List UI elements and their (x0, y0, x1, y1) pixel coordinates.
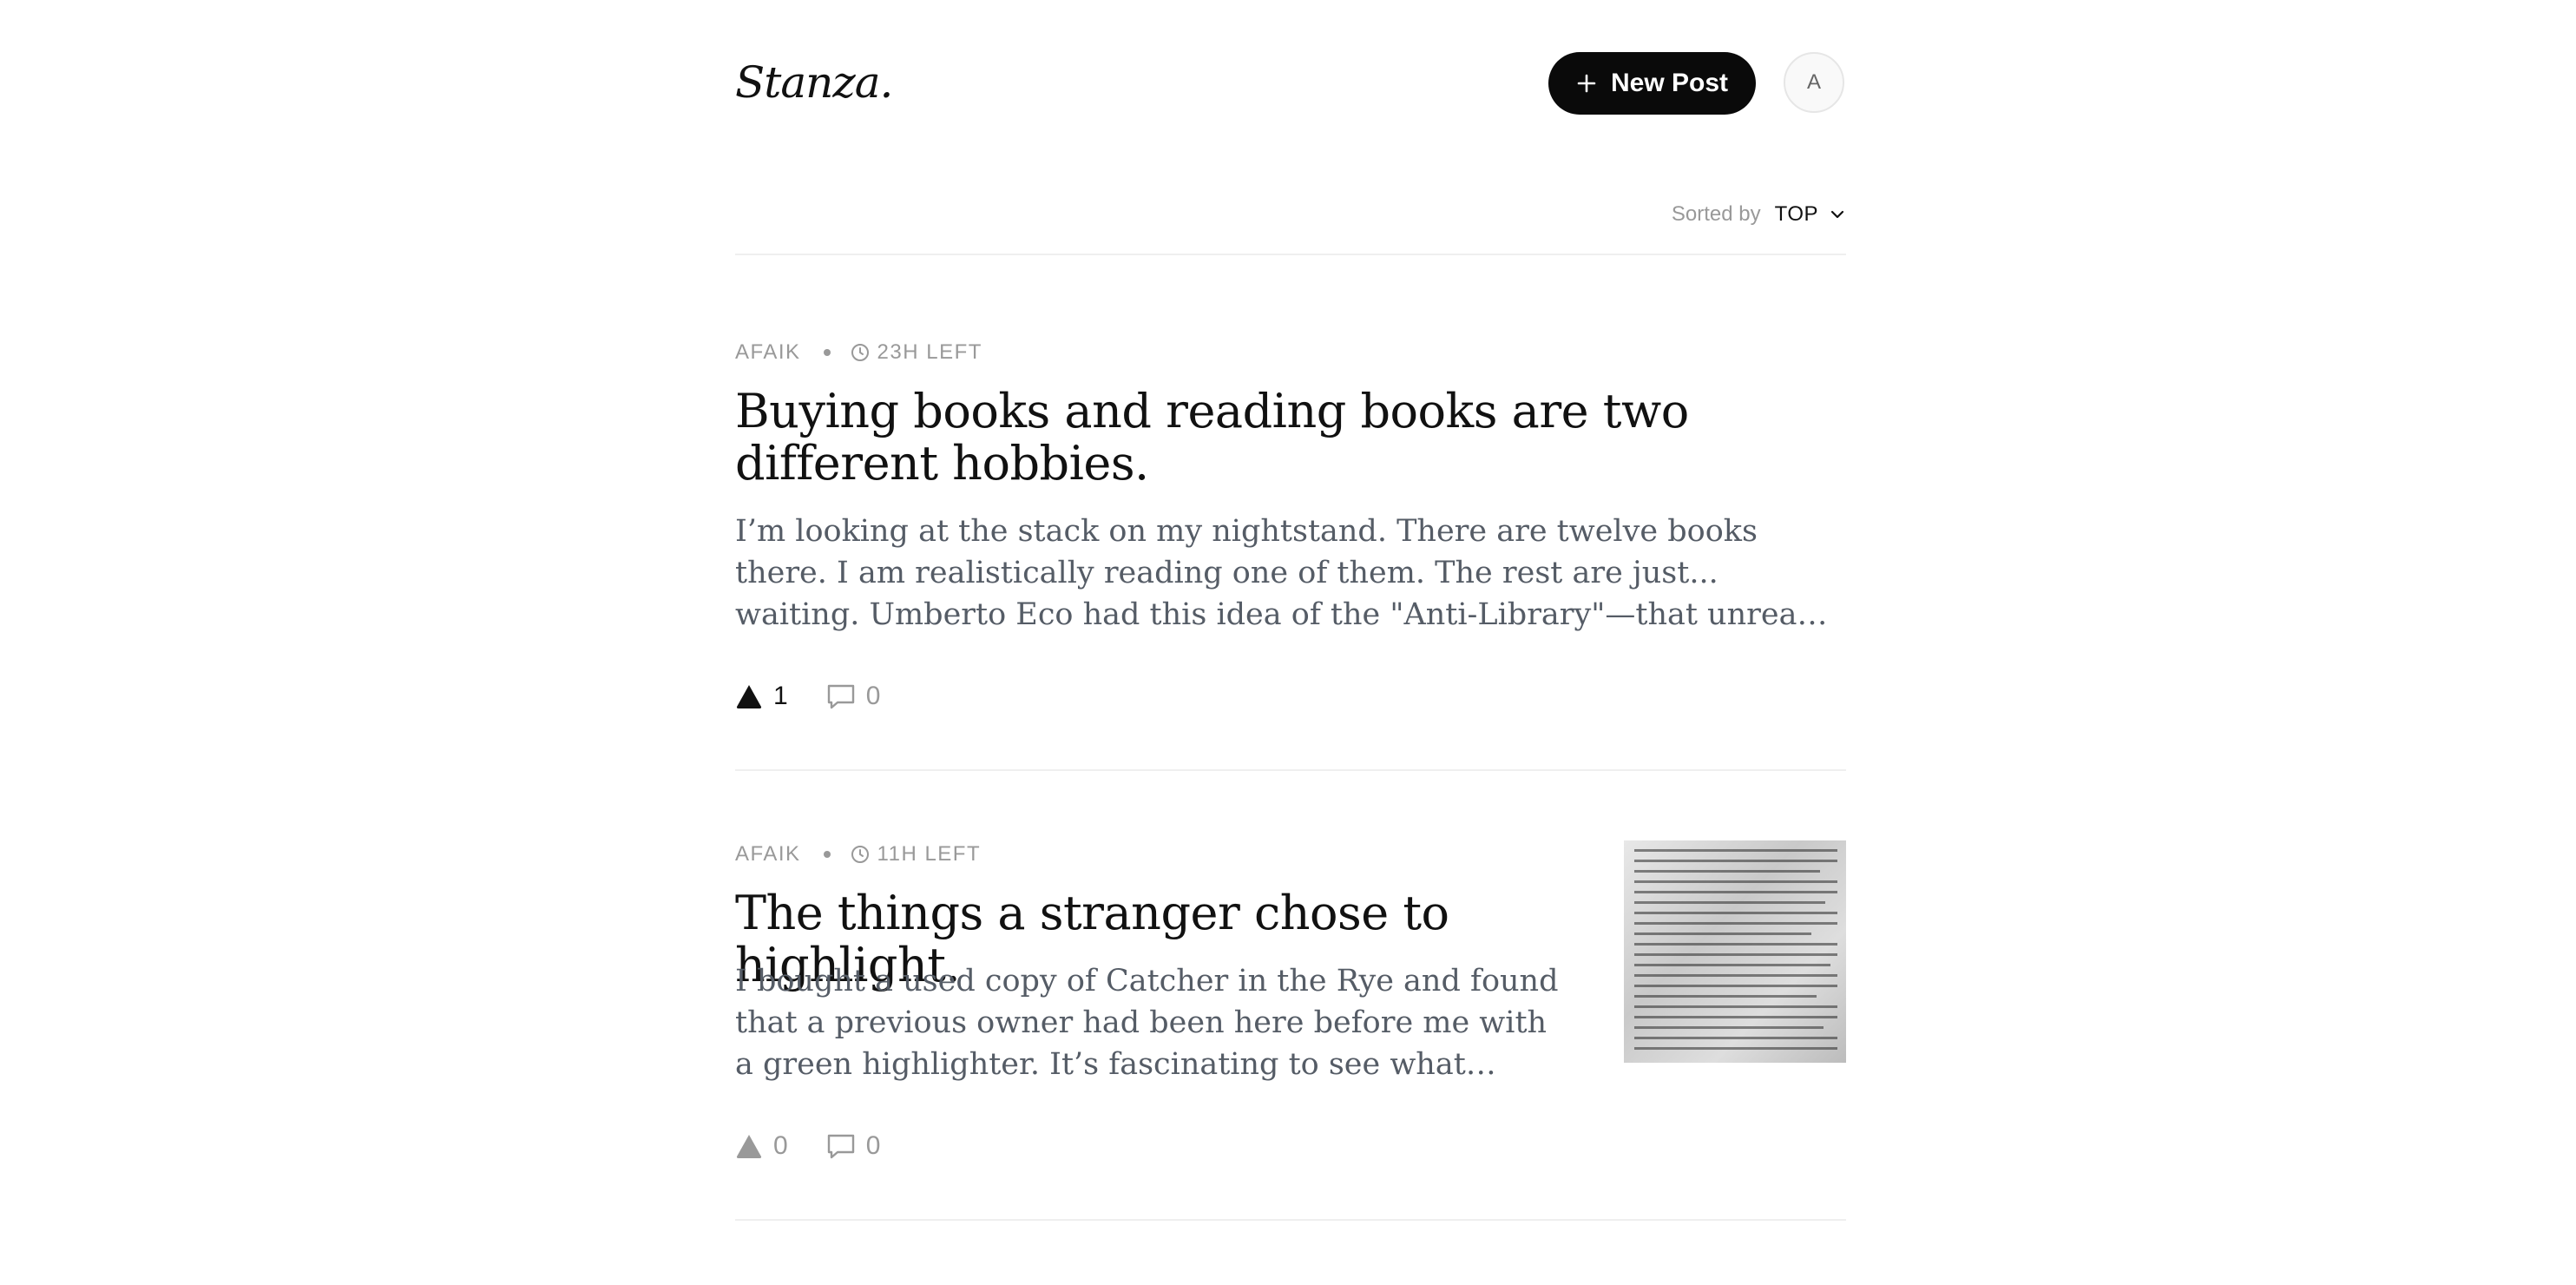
header: Stanza. New Post A (735, 52, 1846, 115)
upvote-button[interactable]: 0 (735, 1131, 788, 1161)
comments-button[interactable]: 0 (826, 682, 881, 711)
post-thumbnail[interactable] (1624, 840, 1846, 1063)
avatar[interactable]: A (1784, 52, 1844, 113)
divider (735, 1219, 1846, 1221)
post-time-left: 23H LEFT (877, 340, 982, 364)
separator-dot (823, 349, 831, 356)
sort-value: TOP (1774, 202, 1818, 226)
comment-icon (827, 684, 854, 709)
separator-dot (823, 851, 831, 858)
post-actions: 0 0 (735, 1129, 880, 1163)
upvote-icon (736, 1135, 762, 1158)
chevron-down-icon (1830, 210, 1844, 219)
post-card[interactable]: AFAIK 23H LEFT Buying books and reading … (735, 337, 1846, 771)
clock-icon (851, 846, 869, 863)
post-card[interactable]: AFAIK 11H LEFT The things a stranger cho… (735, 839, 1846, 1221)
upvote-count: 0 (773, 1131, 788, 1160)
comment-icon (827, 1134, 854, 1159)
logo[interactable]: Stanza. (735, 54, 893, 111)
new-post-label: New Post (1610, 69, 1729, 97)
plus-icon (1577, 74, 1596, 93)
sort-label: Sorted by (1671, 202, 1761, 226)
new-post-button[interactable]: New Post (1548, 52, 1756, 115)
post-author[interactable]: AFAIK (735, 340, 801, 365)
post-author[interactable]: AFAIK (735, 842, 801, 867)
upvote-icon (736, 685, 762, 708)
sort-bar: Sorted by TOP (735, 193, 1846, 236)
post-meta: AFAIK 11H LEFT (735, 839, 981, 870)
upvote-count: 1 (773, 682, 788, 710)
divider (735, 254, 1846, 255)
clock-icon (851, 344, 869, 361)
divider (735, 769, 1846, 771)
post-actions: 1 0 (735, 679, 880, 714)
comments-button[interactable]: 0 (826, 1131, 881, 1161)
post-excerpt: I’m looking at the stack on my nightstan… (735, 514, 1817, 632)
comment-count: 0 (865, 682, 881, 710)
page: Stanza. New Post A Sorted by TOP AFAIK 2… (735, 0, 1846, 1285)
upvote-button[interactable]: 1 (735, 682, 788, 711)
post-meta: AFAIK 23H LEFT (735, 337, 982, 368)
comment-count: 0 (865, 1131, 881, 1160)
sort-select[interactable]: TOP (1775, 202, 1846, 227)
post-time-left: 11H LEFT (877, 842, 982, 866)
post-excerpt: I bought a used copy of Catcher in the R… (735, 964, 1559, 1082)
post-title[interactable]: Buying books and reading books are two d… (735, 386, 1846, 490)
